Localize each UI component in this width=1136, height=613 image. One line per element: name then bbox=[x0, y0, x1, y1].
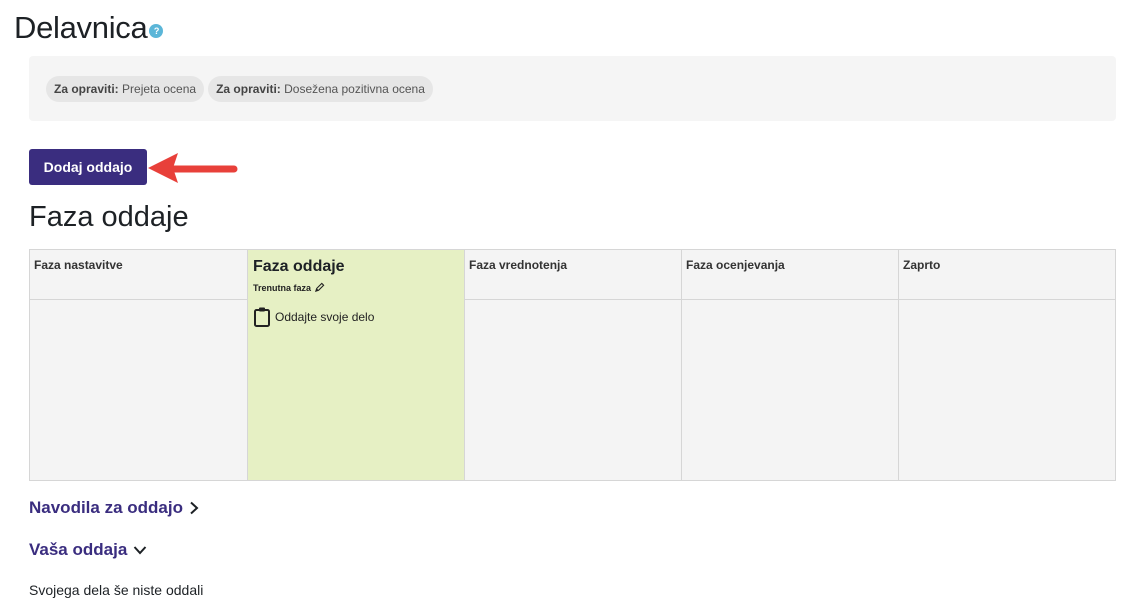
phase-table: Faza nastavitve Faza oddaje Trenutna faz… bbox=[29, 249, 1116, 481]
phase-setup: Faza nastavitve bbox=[30, 250, 247, 480]
phase-assessment-title: Faza vrednotenja bbox=[465, 250, 681, 300]
completion-badge-label: Za opraviti: bbox=[216, 81, 281, 96]
phase-closed: Zaprto bbox=[898, 250, 1115, 480]
help-icon[interactable]: ? bbox=[149, 24, 164, 38]
phase-assessment: Faza vrednotenja bbox=[464, 250, 681, 480]
chevron-down-icon bbox=[134, 546, 147, 555]
completion-badge: Za opraviti: Prejeta ocena bbox=[46, 75, 205, 102]
completion-badge: Za opraviti: Dosežena pozitivna ocena bbox=[208, 75, 433, 102]
completion-badge-value: Prejeta ocena bbox=[122, 81, 197, 96]
completion-badge-value: Dosežena pozitivna ocena bbox=[284, 81, 425, 96]
phase-submission: Faza oddaje Trenutna faza Oddajte svoje … bbox=[247, 250, 464, 480]
no-submission-text: Svojega dela še niste oddali bbox=[29, 582, 204, 598]
phase-grading-title: Faza ocenjevanja bbox=[682, 250, 898, 300]
annotation-arrow bbox=[148, 153, 238, 183]
page-title-text: Delavnica bbox=[14, 10, 148, 45]
completion-requirements: Za opraviti: Prejeta ocena Za opraviti: … bbox=[29, 56, 1116, 121]
phase-closed-title: Zaprto bbox=[899, 250, 1115, 300]
phase-submission-title: Faza oddaje bbox=[253, 258, 345, 275]
your-submission-label: Vaša oddaja bbox=[29, 540, 128, 559]
instructions-label: Navodila za oddajo bbox=[29, 498, 183, 517]
phase-grading: Faza ocenjevanja bbox=[681, 250, 898, 480]
phase-submission-header: Faza oddaje Trenutna faza bbox=[248, 250, 464, 300]
page-title: Delavnica ? bbox=[14, 10, 164, 46]
clipboard-icon bbox=[254, 307, 270, 327]
submit-task-label: Oddajte svoje delo bbox=[275, 309, 375, 324]
pencil-icon bbox=[314, 282, 325, 293]
submit-task: Oddajte svoje delo bbox=[248, 300, 464, 333]
your-submission-toggle[interactable]: Vaša oddaja bbox=[29, 540, 147, 560]
chevron-right-icon bbox=[190, 501, 199, 515]
phase-setup-title: Faza nastavitve bbox=[30, 250, 247, 300]
completion-badge-label: Za opraviti: bbox=[54, 81, 119, 96]
add-submission-button[interactable]: Dodaj oddajo bbox=[29, 149, 147, 185]
instructions-toggle[interactable]: Navodila za oddajo bbox=[29, 498, 199, 518]
current-phase-label: Trenutna faza bbox=[253, 282, 459, 293]
phase-heading: Faza oddaje bbox=[29, 201, 189, 233]
current-phase-text: Trenutna faza bbox=[253, 282, 312, 293]
